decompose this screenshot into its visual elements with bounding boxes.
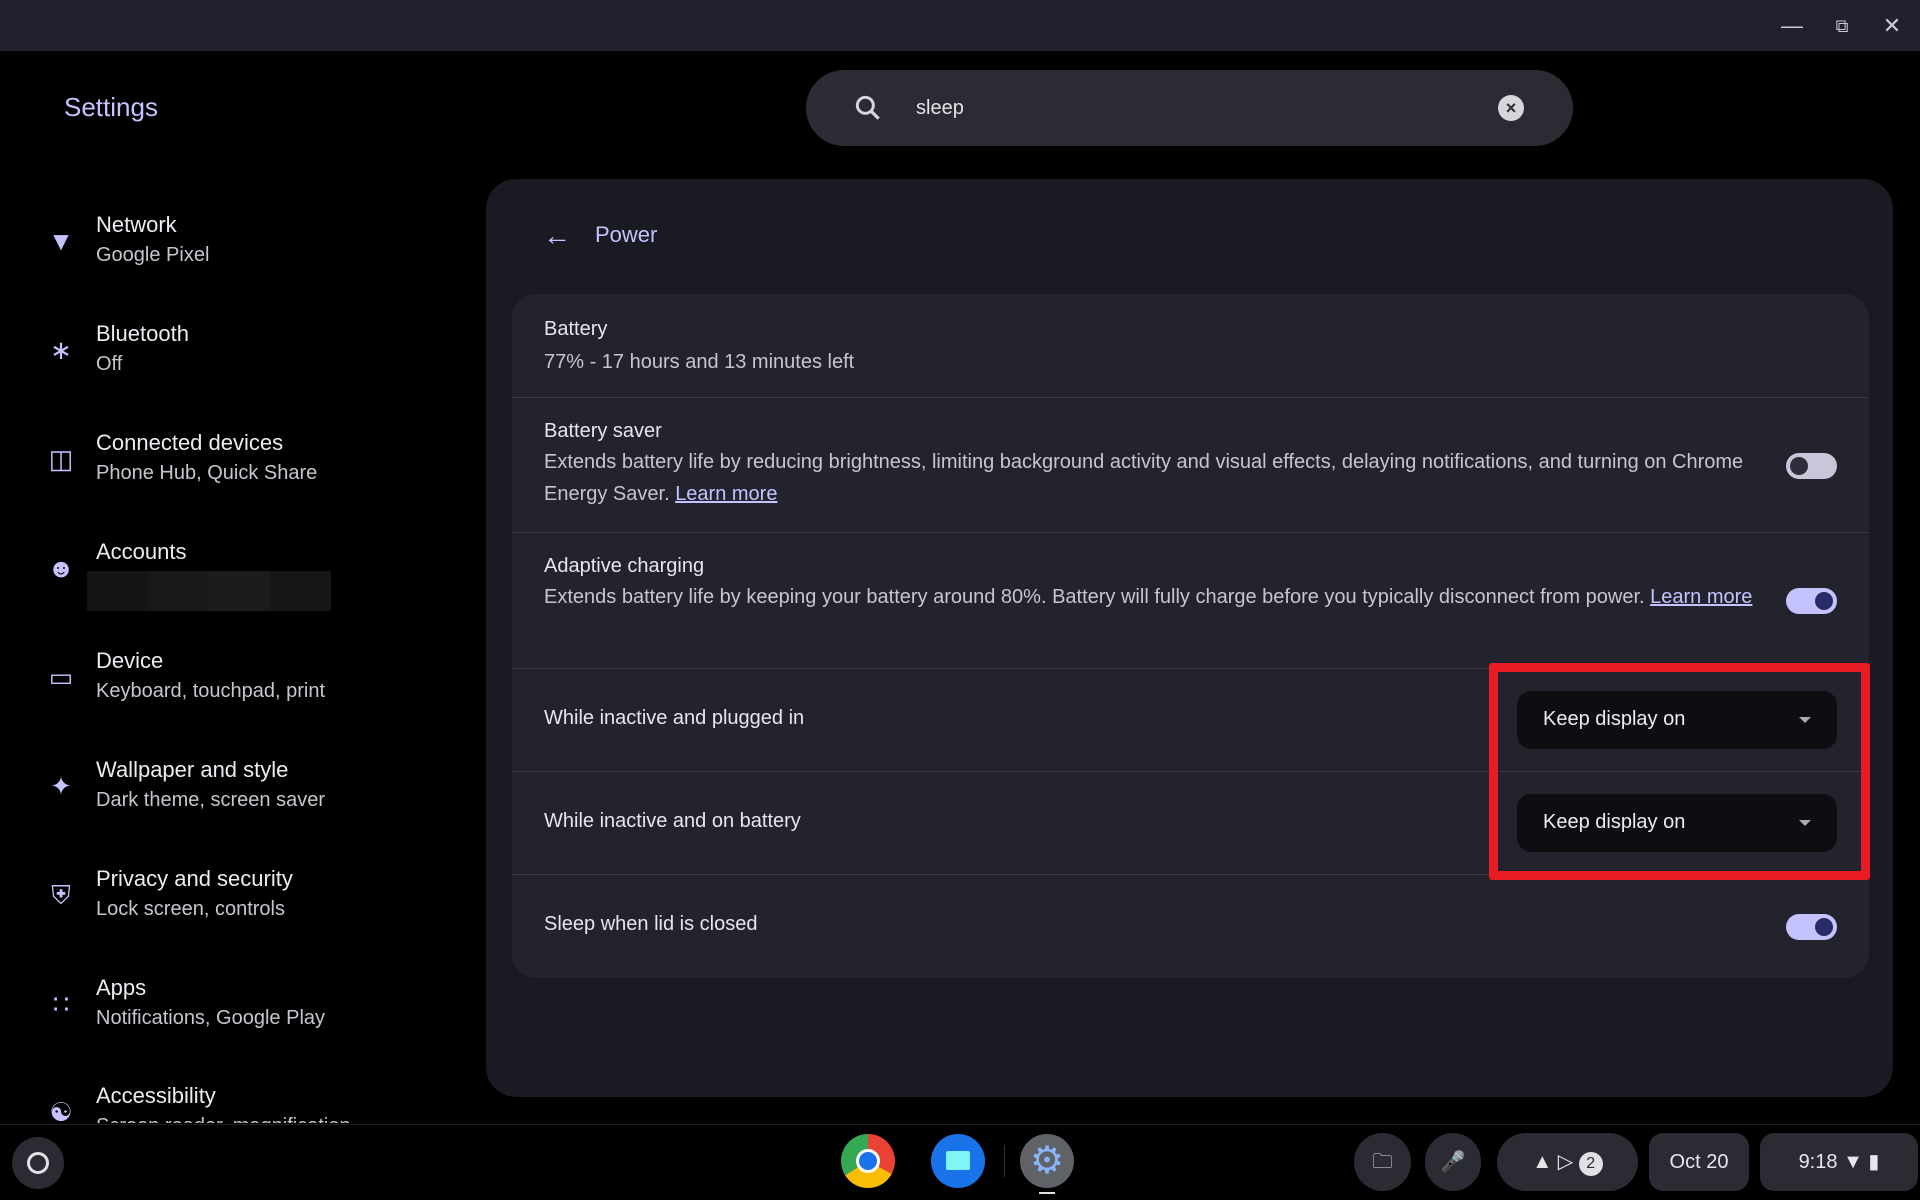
item-subtitle: Lock screen, controls (96, 898, 285, 920)
connected-devices-icon: ◫ (48, 444, 74, 474)
item-title: Device (96, 648, 164, 673)
apps-grid-icon: ∷ (52, 989, 70, 1019)
redacted-account (87, 571, 331, 611)
sidebar-item-accessibility[interactable]: ☯ Accessibility Screen reader, magnificati… (0, 1073, 470, 1123)
battery-icon: ▮ (1868, 1151, 1880, 1173)
sidebar-item-connected-devices[interactable]: ◫ Connected devices Phone Hub, Quick Share (0, 420, 470, 520)
item-title: Bluetooth (96, 321, 189, 346)
close-icon[interactable]: ✕ (1874, 8, 1910, 44)
play-store-icon: ▷ (1557, 1151, 1574, 1173)
highlight-box (1489, 663, 1870, 880)
notification-tray[interactable]: ▲ ▷ 2 (1497, 1133, 1638, 1191)
sidebar-item-network[interactable]: ▼ Network Google Pixel (0, 202, 470, 302)
clock: 9:18 (1798, 1151, 1838, 1173)
holding-space-icon[interactable]: 🗀 (1354, 1133, 1411, 1191)
account-icon: ☻ (47, 553, 75, 583)
bluetooth-icon: ∗ (50, 335, 72, 365)
sidebar-item-device[interactable]: ▭ Device Keyboard, touchpad, print (0, 638, 470, 738)
item-title: Apps (96, 975, 147, 1000)
item-title: Privacy and security (96, 866, 293, 891)
item-subtitle: Phone Hub, Quick Share (96, 462, 318, 484)
minimize-icon[interactable]: — (1774, 8, 1810, 44)
palette-icon: ✦ (50, 771, 72, 801)
battery-title: Battery (544, 318, 608, 340)
search-input[interactable] (916, 88, 1476, 128)
item-title: Wallpaper and style (96, 757, 289, 782)
adaptive-charging-desc: Extends battery life by keeping your bat… (544, 586, 1645, 608)
sidebar-item-apps[interactable]: ∷ Apps Notifications, Google Play (0, 965, 470, 1065)
shelf-divider (1004, 1145, 1005, 1177)
status-tray[interactable]: 9:18 ▼ ▮ (1760, 1133, 1918, 1191)
files-app-icon[interactable] (931, 1134, 985, 1188)
restore-icon[interactable]: ⧉ (1824, 8, 1860, 44)
clear-search-icon[interactable]: × (1498, 95, 1524, 121)
sidebar-item-privacy[interactable]: ⛨ Privacy and security Lock screen, contro… (0, 856, 470, 956)
search-icon (855, 95, 880, 120)
upload-icon: ▲ (1532, 1151, 1553, 1173)
plugged-in-label: While inactive and plugged in (544, 707, 805, 729)
battery-saver-row: Battery saver Extends battery life by re… (512, 397, 1869, 532)
learn-more-link[interactable]: Learn more (675, 483, 777, 505)
battery-status: 77% - 17 hours and 13 minutes left (544, 351, 855, 373)
item-subtitle: Notifications, Google Play (96, 1007, 326, 1029)
back-arrow-icon[interactable]: ← (543, 220, 571, 252)
battery-row: Battery 77% - 17 hours and 13 minutes le… (512, 294, 1869, 397)
shield-icon: ⛨ (51, 880, 71, 910)
active-indicator (1039, 1192, 1055, 1194)
app-title: Settings (64, 92, 158, 122)
adaptive-charging-toggle[interactable] (1786, 588, 1837, 614)
launcher-button[interactable] (12, 1137, 64, 1189)
wifi-icon: ▼ (1843, 1151, 1863, 1173)
item-title: Accounts (96, 539, 187, 564)
microphone-icon[interactable]: 🎤 (1425, 1133, 1481, 1191)
sidebar-item-accounts[interactable]: ☻ Accounts (0, 529, 470, 629)
item-subtitle: Off (96, 353, 123, 375)
item-subtitle: Google Pixel (96, 244, 210, 266)
laptop-icon: ▭ (48, 662, 74, 692)
adaptive-charging-title: Adaptive charging (544, 555, 705, 577)
item-subtitle: Screen reader, magnification (96, 1115, 351, 1123)
sleep-lid-toggle[interactable] (1786, 914, 1837, 940)
item-subtitle: Dark theme, screen saver (96, 789, 325, 811)
item-title: Network (96, 212, 177, 237)
item-title: Accessibility (96, 1083, 216, 1108)
title-bar: — ⧉ ✕ (0, 0, 1920, 51)
battery-saver-toggle[interactable] (1786, 453, 1837, 479)
battery-saver-title: Battery saver (544, 420, 662, 442)
sidebar-item-wallpaper[interactable]: ✦ Wallpaper and style Dark theme, screen s… (0, 747, 470, 847)
adaptive-charging-row: Adaptive charging Extends battery life b… (512, 532, 1869, 668)
lid-label: Sleep when lid is closed (544, 913, 758, 935)
on-battery-label: While inactive and on battery (544, 810, 801, 832)
date-tray[interactable]: Oct 20 (1649, 1133, 1749, 1191)
lid-row: Sleep when lid is closed (512, 874, 1869, 978)
learn-more-link[interactable]: Learn more (1650, 586, 1752, 608)
chrome-icon[interactable] (841, 1134, 895, 1188)
sidebar-item-bluetooth[interactable]: ∗ Bluetooth Off (0, 311, 470, 411)
accessibility-icon: ☯ (49, 1097, 73, 1123)
search-box[interactable]: × (806, 70, 1573, 146)
item-title: Connected devices (96, 430, 284, 455)
settings-app-icon[interactable]: ⚙ (1020, 1134, 1074, 1188)
wifi-icon: ▼ (48, 226, 74, 256)
notification-count: 2 (1578, 1152, 1603, 1176)
item-subtitle: Keyboard, touchpad, print (96, 680, 326, 702)
page-title: Power (595, 222, 658, 247)
